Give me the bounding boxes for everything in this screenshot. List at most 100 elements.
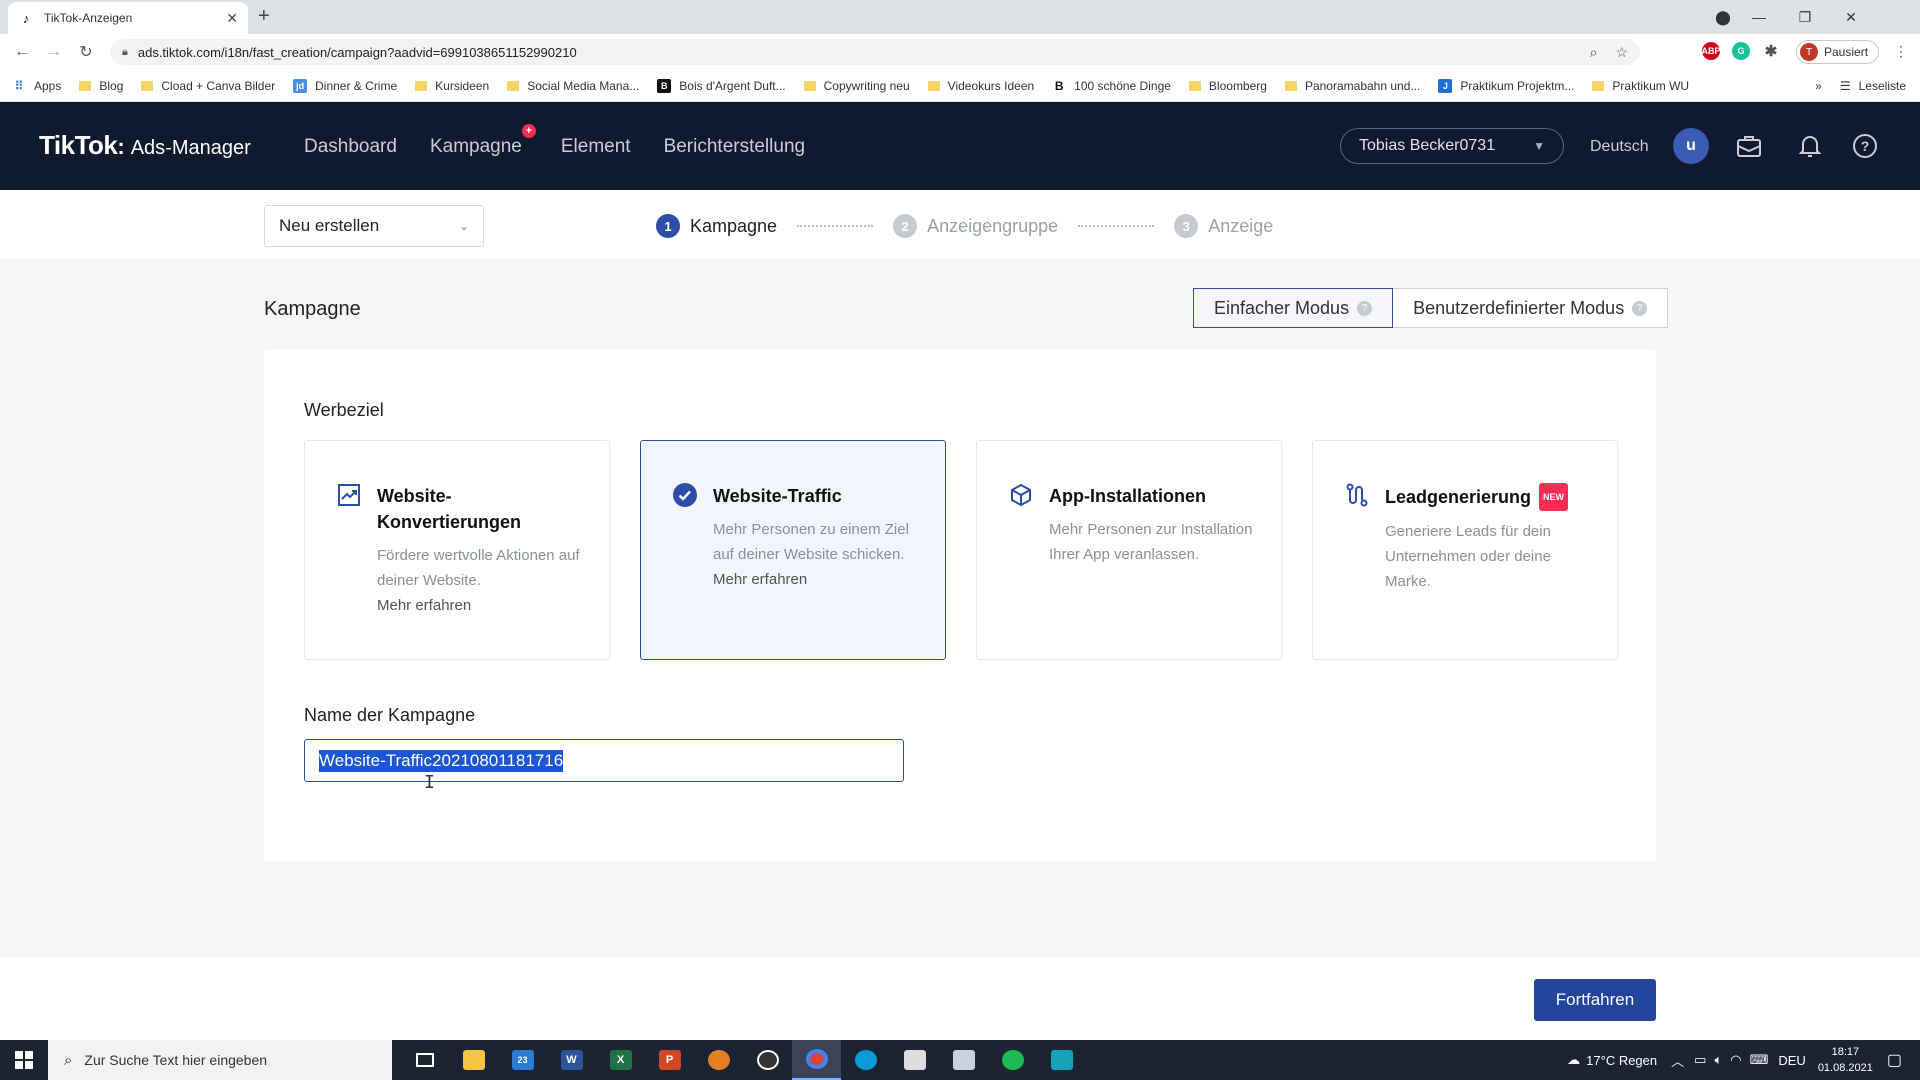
- bell-icon[interactable]: [1796, 132, 1824, 160]
- bookmark-item[interactable]: Kursideen: [415, 79, 489, 93]
- profile-menu-icon[interactable]: ⬤: [1710, 9, 1736, 26]
- bookmark-item[interactable]: Videokurs Ideen: [927, 79, 1034, 93]
- app-icon[interactable]: [1037, 1040, 1086, 1080]
- edge-icon[interactable]: [841, 1040, 890, 1080]
- tray-expand-icon[interactable]: ︿: [1671, 1051, 1684, 1070]
- simple-mode-button[interactable]: Einfacher Modus ?: [1193, 288, 1394, 328]
- language-switch[interactable]: Deutsch: [1590, 138, 1649, 156]
- nav-element[interactable]: Element: [561, 136, 631, 158]
- bookmark-item[interactable]: Social Media Mana...: [507, 79, 639, 93]
- profile-avatar: T: [1800, 43, 1818, 61]
- bookmarks-bar: ⠿ Apps Blog Cload + Canva Bilder jd Dinner…: [0, 70, 1920, 102]
- keyboard-icon[interactable]: ⌨: [1750, 1052, 1769, 1068]
- learn-more-link[interactable]: Mehr erfahren: [713, 567, 919, 592]
- tab-close-icon[interactable]: ✕: [226, 10, 238, 27]
- app-icon[interactable]: [939, 1040, 988, 1080]
- window-controls: ⬤ — ❐ ✕: [1715, 0, 1874, 34]
- browser-tab-active[interactable]: ♪ TikTok-Anzeigen ✕: [8, 2, 248, 34]
- creation-step-bar: Neu erstellen ⌄ 1 Kampagne 2 Anzeigengru…: [0, 190, 1920, 258]
- excel-icon[interactable]: X: [596, 1040, 645, 1080]
- network-icon[interactable]: ▭: [1694, 1052, 1706, 1068]
- info-icon[interactable]: ?: [1357, 300, 1373, 316]
- app-icon[interactable]: [694, 1040, 743, 1080]
- spotify-icon[interactable]: [988, 1040, 1037, 1080]
- extensions-puzzle-icon[interactable]: ✱: [1762, 42, 1780, 60]
- reload-icon[interactable]: ↻: [70, 42, 102, 62]
- folder-icon: [1592, 80, 1605, 91]
- bookmark-item[interactable]: Praktikum WU: [1592, 79, 1689, 93]
- info-icon[interactable]: ?: [1632, 300, 1648, 316]
- reading-list-icon[interactable]: ☰: [1840, 79, 1851, 93]
- bookmark-item[interactable]: B 100 schöne Dinge: [1052, 79, 1171, 93]
- objective-card-conversions[interactable]: Website-Konvertierungen Fördere wertvoll…: [304, 440, 610, 660]
- app-icon[interactable]: [890, 1040, 939, 1080]
- search-icon: ⌕: [64, 1051, 73, 1069]
- weather-text[interactable]: 17°C Regen: [1586, 1053, 1657, 1068]
- taskbar-search[interactable]: ⌕ Zur Suche Text hier eingeben: [48, 1040, 392, 1080]
- campaign-name-input[interactable]: Website-Traffic20210801181716: [304, 739, 904, 782]
- close-window-icon[interactable]: ✕: [1828, 9, 1874, 26]
- back-icon[interactable]: ←: [6, 43, 38, 61]
- bookmark-star-icon[interactable]: ☆: [1615, 44, 1628, 61]
- folder-icon: [1284, 80, 1297, 91]
- notifications-icon[interactable]: ▢: [1887, 1050, 1902, 1070]
- card-description: Generiere Leads für dein Unternehmen ode…: [1385, 523, 1551, 590]
- minimize-icon[interactable]: —: [1736, 9, 1782, 25]
- bookmark-item[interactable]: Cload + Canva Bilder: [141, 79, 275, 93]
- bookmark-item[interactable]: Blog: [79, 79, 123, 93]
- restore-icon[interactable]: ❐: [1782, 9, 1828, 26]
- learn-more-link[interactable]: Mehr erfahren: [377, 593, 583, 618]
- adblock-icon[interactable]: ABP: [1702, 42, 1721, 60]
- bookmark-item[interactable]: Copywriting neu: [803, 79, 910, 93]
- bookmark-item[interactable]: jd Dinner & Crime: [293, 78, 397, 93]
- chrome-icon[interactable]: [792, 1040, 841, 1080]
- custom-mode-button[interactable]: Benutzerdefinierter Modus ?: [1393, 288, 1669, 328]
- bookmark-item[interactable]: B Bois d'Argent Duft...: [657, 78, 786, 93]
- mail-icon[interactable]: 23: [498, 1040, 547, 1080]
- weather-icon[interactable]: ☁: [1567, 1052, 1580, 1068]
- nav-dashboard[interactable]: Dashboard: [304, 136, 397, 158]
- clock[interactable]: 18:17 01.08.2021: [1818, 1044, 1873, 1076]
- tiktok-logo[interactable]: TikTok: Ads-Manager: [39, 130, 251, 161]
- objective-card-traffic[interactable]: Website-Traffic Mehr Personen zu einem Z…: [640, 440, 946, 660]
- user-avatar[interactable]: u: [1673, 128, 1709, 164]
- obs-icon[interactable]: [743, 1040, 792, 1080]
- browser-menu-icon[interactable]: ⋮: [1894, 43, 1908, 60]
- briefcase-icon[interactable]: [1735, 132, 1763, 160]
- reading-list-label[interactable]: Leseliste: [1859, 79, 1906, 93]
- bookmarks-overflow-icon[interactable]: »: [1815, 79, 1822, 93]
- notification-plus-icon: +: [521, 124, 536, 138]
- input-language[interactable]: DEU: [1778, 1053, 1805, 1068]
- tab-title: TikTok-Anzeigen: [44, 11, 133, 25]
- clock-time: 18:17: [1831, 1046, 1860, 1058]
- continue-button[interactable]: Fortfahren: [1534, 979, 1656, 1021]
- new-tab-icon[interactable]: +: [258, 5, 270, 28]
- bookmark-apps[interactable]: ⠿ Apps: [12, 79, 62, 93]
- step-label: Kampagne: [690, 215, 778, 236]
- task-view-icon[interactable]: [400, 1040, 449, 1080]
- powerpoint-icon[interactable]: P: [645, 1040, 694, 1080]
- card-description: Mehr Personen zur Installation Ihrer App…: [1049, 521, 1253, 563]
- bookmark-item[interactable]: Panoramabahn und...: [1284, 79, 1420, 93]
- grammarly-icon[interactable]: G: [1732, 42, 1750, 60]
- create-mode-select[interactable]: Neu erstellen ⌄: [264, 205, 484, 247]
- bookmark-item[interactable]: Bloomberg: [1188, 79, 1267, 93]
- zoom-icon[interactable]: ⌕: [1590, 44, 1598, 61]
- taskbar-search-placeholder: Zur Suche Text hier eingeben: [84, 1052, 268, 1068]
- account-select[interactable]: Tobias Becker0731 ▼: [1340, 128, 1564, 164]
- bookmark-item[interactable]: J Praktikum Projektm...: [1438, 78, 1574, 93]
- objective-card-app-installs[interactable]: App-Installationen Mehr Personen zur Ins…: [976, 440, 1282, 660]
- wifi-icon[interactable]: ◠: [1730, 1052, 1741, 1068]
- word-icon[interactable]: W: [547, 1040, 596, 1080]
- help-icon[interactable]: ?: [1851, 132, 1879, 160]
- profile-button[interactable]: T Pausiert: [1796, 40, 1880, 64]
- address-bar[interactable]: 🔒︎ ads.tiktok.com/i18n/fast_creation/cam…: [110, 39, 1640, 65]
- start-button[interactable]: [0, 1040, 48, 1080]
- volume-icon[interactable]: 🔈︎: [1714, 1052, 1722, 1068]
- nav-kampagne[interactable]: Kampagne +: [430, 124, 536, 158]
- forward-icon[interactable]: →: [38, 43, 70, 61]
- objective-card-lead-generation[interactable]: Leadgenerierung NEW Generiere Leads für d…: [1312, 440, 1618, 660]
- card-title: Website-Konvertierungen: [377, 486, 522, 532]
- nav-berichterstellung[interactable]: Berichterstellung: [664, 136, 806, 158]
- file-explorer-icon[interactable]: [449, 1040, 498, 1080]
